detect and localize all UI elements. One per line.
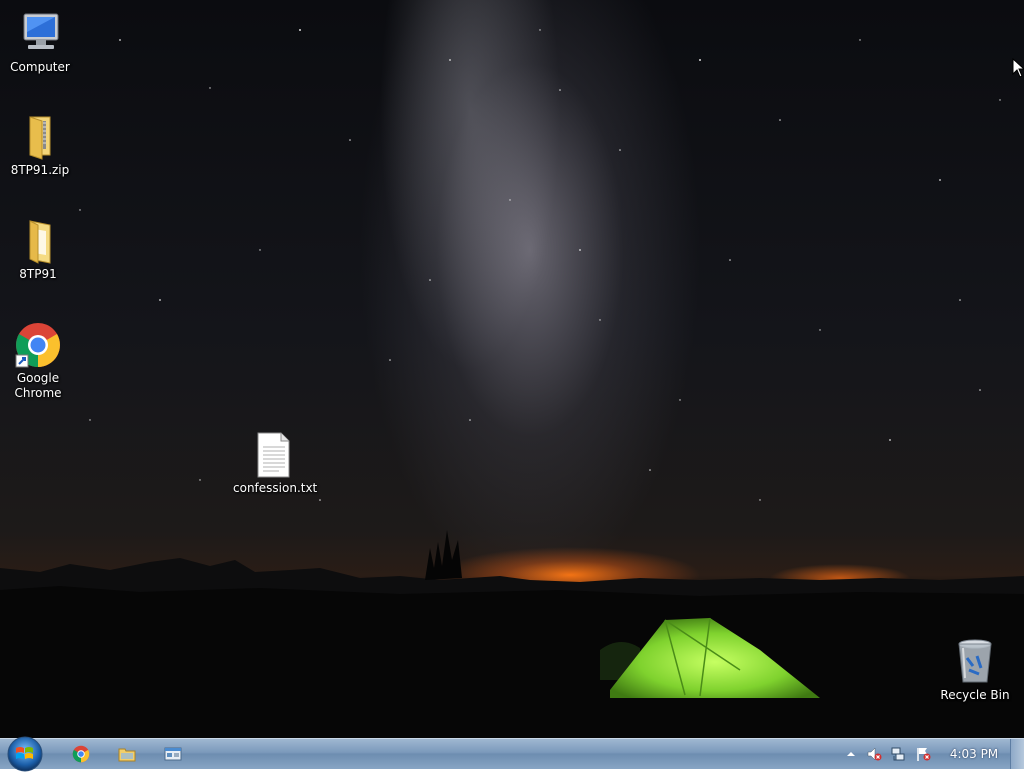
mouse-cursor-icon <box>1012 58 1024 78</box>
desktop-icon-label: 8TP91.zip <box>10 163 70 177</box>
folder-icon <box>29 220 51 264</box>
glowing-tent <box>610 617 820 698</box>
computer-icon <box>23 13 59 49</box>
desktop-icon-label: Computer <box>10 60 70 74</box>
text-file-icon <box>257 432 290 478</box>
taskbar-chrome-button[interactable] <box>61 741 101 767</box>
desktop-icon-computer[interactable]: Computer <box>0 10 80 75</box>
desktop-icon-folder[interactable]: 8TP91 <box>0 217 78 282</box>
desktop-icon-label: confession.txt <box>233 481 318 495</box>
action-center-flag-icon[interactable] <box>915 746 931 762</box>
network-icon[interactable] <box>890 746 906 762</box>
desktop-icon-label: Recycle Bin <box>940 688 1010 702</box>
network-window-icon <box>164 747 182 761</box>
mountain-silhouette <box>0 530 1024 738</box>
start-button[interactable] <box>3 733 47 773</box>
taskbar-network-window-button[interactable] <box>153 741 193 767</box>
desktop-icon-label: Google Chrome <box>14 371 62 400</box>
taskbar-clock[interactable]: 4:03 PM <box>940 739 1008 769</box>
desktop-icon-confession-txt[interactable]: confession.txt <box>233 431 318 496</box>
taskbar-explorer-button[interactable] <box>107 741 147 767</box>
taskbar: 4:03 PM <box>0 736 1024 772</box>
desktop-icon-recycle-bin[interactable]: Recycle Bin <box>935 638 1015 703</box>
show-desktop-button[interactable] <box>1010 739 1024 769</box>
desktop-icon-label: 8TP91 <box>19 267 57 281</box>
star-field <box>79 29 1001 501</box>
desktop-wallpaper: Computer 8TP91.zip 8TP91 Google Chrome c… <box>0 0 1024 738</box>
volume-muted-icon[interactable] <box>866 746 882 762</box>
chrome-icon <box>72 745 90 763</box>
chrome-icon <box>15 323 60 368</box>
show-hidden-icons-arrow-icon[interactable] <box>843 746 859 762</box>
file-explorer-icon <box>118 748 136 762</box>
recycle-bin-icon <box>958 639 992 683</box>
windows-start-icon <box>7 736 43 772</box>
desktop-icon-chrome[interactable]: Google Chrome <box>0 321 78 401</box>
desktop-icon-zip[interactable]: 8TP91.zip <box>0 113 80 178</box>
zip-folder-icon <box>29 116 51 160</box>
